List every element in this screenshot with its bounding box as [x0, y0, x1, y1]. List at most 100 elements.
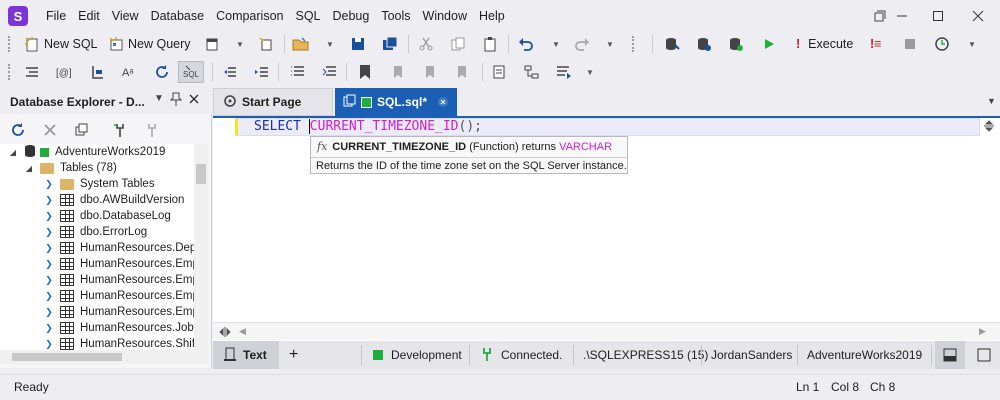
tree-item[interactable]: ❯ HumanResources.Emp [44, 288, 194, 304]
menu-tools[interactable]: Tools [375, 0, 416, 32]
menu-database[interactable]: Database [145, 0, 211, 32]
cut-icon[interactable] [418, 34, 434, 54]
scroll-thumb-horizontal[interactable] [12, 353, 122, 361]
collapse-arrow-icon[interactable]: ◢ [24, 164, 34, 173]
menu-debug[interactable]: Debug [327, 0, 376, 32]
menu-help[interactable]: Help [473, 0, 511, 32]
save-icon[interactable] [350, 34, 366, 54]
scroll-left-icon[interactable]: ◀ [239, 326, 246, 337]
expand-arrow-icon[interactable]: ❯ [44, 243, 54, 254]
expand-arrow-icon[interactable]: ❯ [44, 275, 54, 286]
close-window-button[interactable] [956, 0, 1000, 32]
stop-icon[interactable] [904, 34, 916, 54]
tree-item[interactable]: ◢ AdventureWorks2019 [8, 144, 165, 160]
layout-bottom-icon[interactable] [935, 341, 965, 369]
scroll-thumb[interactable] [196, 164, 206, 184]
expand-arrow-icon[interactable]: ❯ [44, 259, 54, 270]
tree-item[interactable]: ❯ System Tables [44, 176, 154, 192]
undo-dropdown-icon[interactable]: ▼ [552, 34, 560, 54]
close-panel-icon[interactable] [188, 93, 200, 108]
list-settings-icon[interactable] [556, 62, 572, 82]
collapse-arrow-icon[interactable]: ◢ [8, 148, 18, 157]
db-refresh-icon[interactable] [696, 34, 712, 54]
collapse-all-icon[interactable] [74, 122, 90, 141]
parameters-icon[interactable]: [@] [56, 62, 74, 82]
tab-sql-file[interactable]: SQL.sql* [335, 88, 457, 116]
bookmark-clear-icon[interactable] [454, 62, 470, 82]
expand-arrow-icon[interactable]: ❯ [44, 307, 54, 318]
disconnect-icon[interactable] [144, 122, 160, 141]
expand-arrow-icon[interactable]: ❯ [44, 211, 54, 222]
sql-editor[interactable]: SELECT CURRENT_TIMEZONE_ID(); fx CURRENT_… [213, 116, 1000, 342]
new-sql-button[interactable]: New SQL [24, 34, 98, 54]
undo-icon[interactable] [518, 34, 534, 54]
user-status[interactable]: JordanSanders [711, 341, 792, 369]
expand-arrow-icon[interactable]: ❯ [44, 195, 54, 206]
tree-item[interactable]: ❯ HumanResources.Shif [44, 336, 194, 350]
execute-current-icon[interactable]: !≡ [870, 34, 881, 54]
paste-icon[interactable] [482, 34, 498, 54]
dropdown-icon[interactable]: ▼ [154, 93, 164, 104]
indent-right-icon[interactable] [254, 62, 270, 82]
refresh-explorer-icon[interactable] [10, 122, 26, 141]
explorer-vertical-scrollbar[interactable] [194, 144, 208, 350]
menu-sql[interactable]: SQL [289, 0, 326, 32]
new-query-button[interactable]: New Query [108, 34, 191, 54]
connection-status[interactable]: Connected. [481, 341, 562, 369]
expand-arrow-icon[interactable]: ❯ [44, 323, 54, 334]
pin-icon[interactable] [169, 92, 183, 109]
server-status[interactable]: .\SQLEXPRESS15 (15) [583, 341, 708, 369]
menu-edit[interactable]: Edit [72, 0, 106, 32]
tree-item[interactable]: ❯ HumanResources.Emp [44, 304, 194, 320]
save-all-icon[interactable] [382, 34, 398, 54]
indent-left-icon[interactable] [222, 62, 238, 82]
copy-icon[interactable] [450, 34, 466, 54]
environment-status[interactable]: Development [373, 341, 462, 369]
expand-arrow-icon[interactable]: ❯ [44, 291, 54, 302]
history-icon[interactable] [934, 34, 950, 54]
expand-arrow-icon[interactable]: ❯ [44, 179, 54, 190]
toolbar-grip[interactable] [8, 36, 11, 52]
maximize-button[interactable] [916, 0, 960, 32]
bookmark-icon[interactable] [358, 62, 372, 82]
delete-icon[interactable] [42, 122, 58, 141]
open-folder-icon[interactable] [292, 34, 310, 54]
tree-item[interactable]: ❯ HumanResources.Job [44, 320, 194, 336]
split-horizontal-icon[interactable] [219, 326, 231, 341]
case-icon[interactable]: Aᵃ [122, 62, 140, 82]
tab-start-page[interactable]: Start Page [213, 88, 333, 116]
expand-arrow-icon[interactable]: ❯ [44, 339, 54, 350]
scroll-right-icon[interactable]: ▶ [979, 326, 986, 337]
history-dropdown-icon[interactable]: ▼ [968, 34, 976, 54]
redo-icon[interactable] [574, 34, 590, 54]
tabs-overflow-icon[interactable]: ▼ [987, 96, 996, 106]
db-connect-icon[interactable] [664, 34, 680, 54]
db-check-icon[interactable] [728, 34, 744, 54]
toolbar-grip-3[interactable] [8, 64, 11, 80]
bookmark-prev-icon[interactable] [390, 62, 406, 82]
new-file-icon[interactable] [258, 34, 274, 54]
close-tab-icon[interactable] [437, 96, 449, 111]
new-dropdown-icon[interactable]: ▼ [236, 34, 244, 54]
toolbar-grip-2[interactable] [632, 36, 635, 52]
uncomment-icon[interactable] [322, 62, 338, 82]
format-icon[interactable] [90, 62, 106, 82]
editor-horizontal-scrollbar[interactable]: ◀ ▶ [213, 322, 1000, 340]
split-editor-icon[interactable] [983, 120, 995, 135]
expand-arrow-icon[interactable]: ❯ [44, 227, 54, 238]
open-dropdown-icon[interactable]: ▼ [326, 34, 334, 54]
execute-button[interactable]: ! Execute [796, 34, 853, 54]
menu-window[interactable]: Window [417, 0, 473, 32]
redo-dropdown-icon[interactable]: ▼ [606, 34, 614, 54]
sql-mode-icon[interactable]: SQL [178, 61, 204, 83]
tree-item[interactable]: ❯ HumanResources.Emp [44, 272, 194, 288]
menu-comparison[interactable]: Comparison [210, 0, 289, 32]
comment-icon[interactable] [290, 62, 306, 82]
database-status[interactable]: AdventureWorks2019 [807, 341, 922, 369]
tree-icon[interactable] [524, 62, 540, 82]
refresh-icon[interactable] [154, 62, 170, 82]
tree-item[interactable]: ❯ HumanResources.Dep [44, 240, 194, 256]
layout-full-icon[interactable] [971, 341, 997, 369]
text-mode-button[interactable]: Text [213, 341, 279, 369]
tree-item[interactable]: ❯ dbo.DatabaseLog [44, 208, 171, 224]
